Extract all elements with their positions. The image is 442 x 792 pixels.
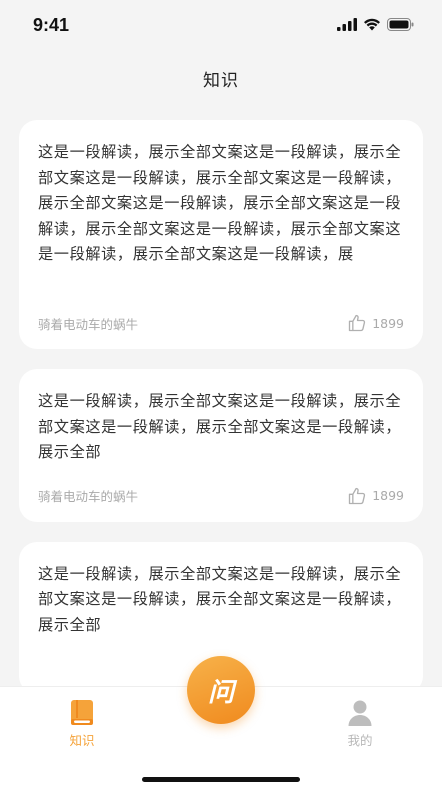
card-text: 这是一段解读，展示全部文案这是一段解读，展示全部文案这是一段解读，展示全部文案这… [38,392,402,461]
status-time: 9:41 [33,15,70,35]
knowledge-card[interactable]: 这是一段解读，展示全部文案这是一段解读，展示全部文案这是一段解读，展示全部文案这… [19,120,423,349]
signal-icon [337,18,357,31]
book-icon [71,700,93,725]
page-title: 知识 [203,71,239,91]
card-meta: 骑着电动车的蜗牛 1899 [38,466,404,522]
app-screen: 9:41 知识 这是一段解读，展示全部文案这是一段解读，展示全部文案这是一段解读… [0,0,442,792]
card-author: 骑着电动车的蜗牛 [38,316,139,332]
like-count: 1899 [372,488,404,503]
knowledge-feed[interactable]: 这是一段解读，展示全部文案这是一段解读，展示全部文案这是一段解读，展示全部文案这… [19,120,423,714]
card-text: 这是一段解读，展示全部文案这是一段解读，展示全部文案这是一段解读，展示全部文案这… [38,564,402,634]
knowledge-card[interactable]: 这是一段解读，展示全部文案这是一段解读，展示全部文案这是一段解读，展示全部文案这… [19,369,423,522]
home-indicator [142,777,300,782]
status-icons [337,18,414,31]
tab-mine[interactable]: 我的 [330,699,390,749]
user-icon [348,700,372,726]
ask-button-label: 问 [207,677,234,708]
tab-knowledge[interactable]: 知识 [52,699,112,749]
wifi-icon [364,18,380,31]
card-meta: 骑着电动车的蜗牛 1899 [38,293,404,349]
thumbs-up-icon [349,487,366,504]
like-button[interactable]: 1899 [347,486,404,506]
like-count: 1899 [372,315,404,331]
like-button[interactable]: 1899 [347,313,404,333]
tab-knowledge-label: 知识 [69,733,95,748]
card-text: 这是一段解读，展示全部文案这是一段解读，展示全部文案这是一段解读，展示全部文案这… [38,143,402,263]
card-author: 骑着电动车的蜗牛 [38,489,139,504]
status-bar: 9:41 [0,0,442,50]
battery-icon [387,18,414,31]
thumbs-up-icon [349,314,366,332]
ask-button[interactable]: 问 [187,656,255,724]
tab-mine-label: 我的 [347,733,373,748]
